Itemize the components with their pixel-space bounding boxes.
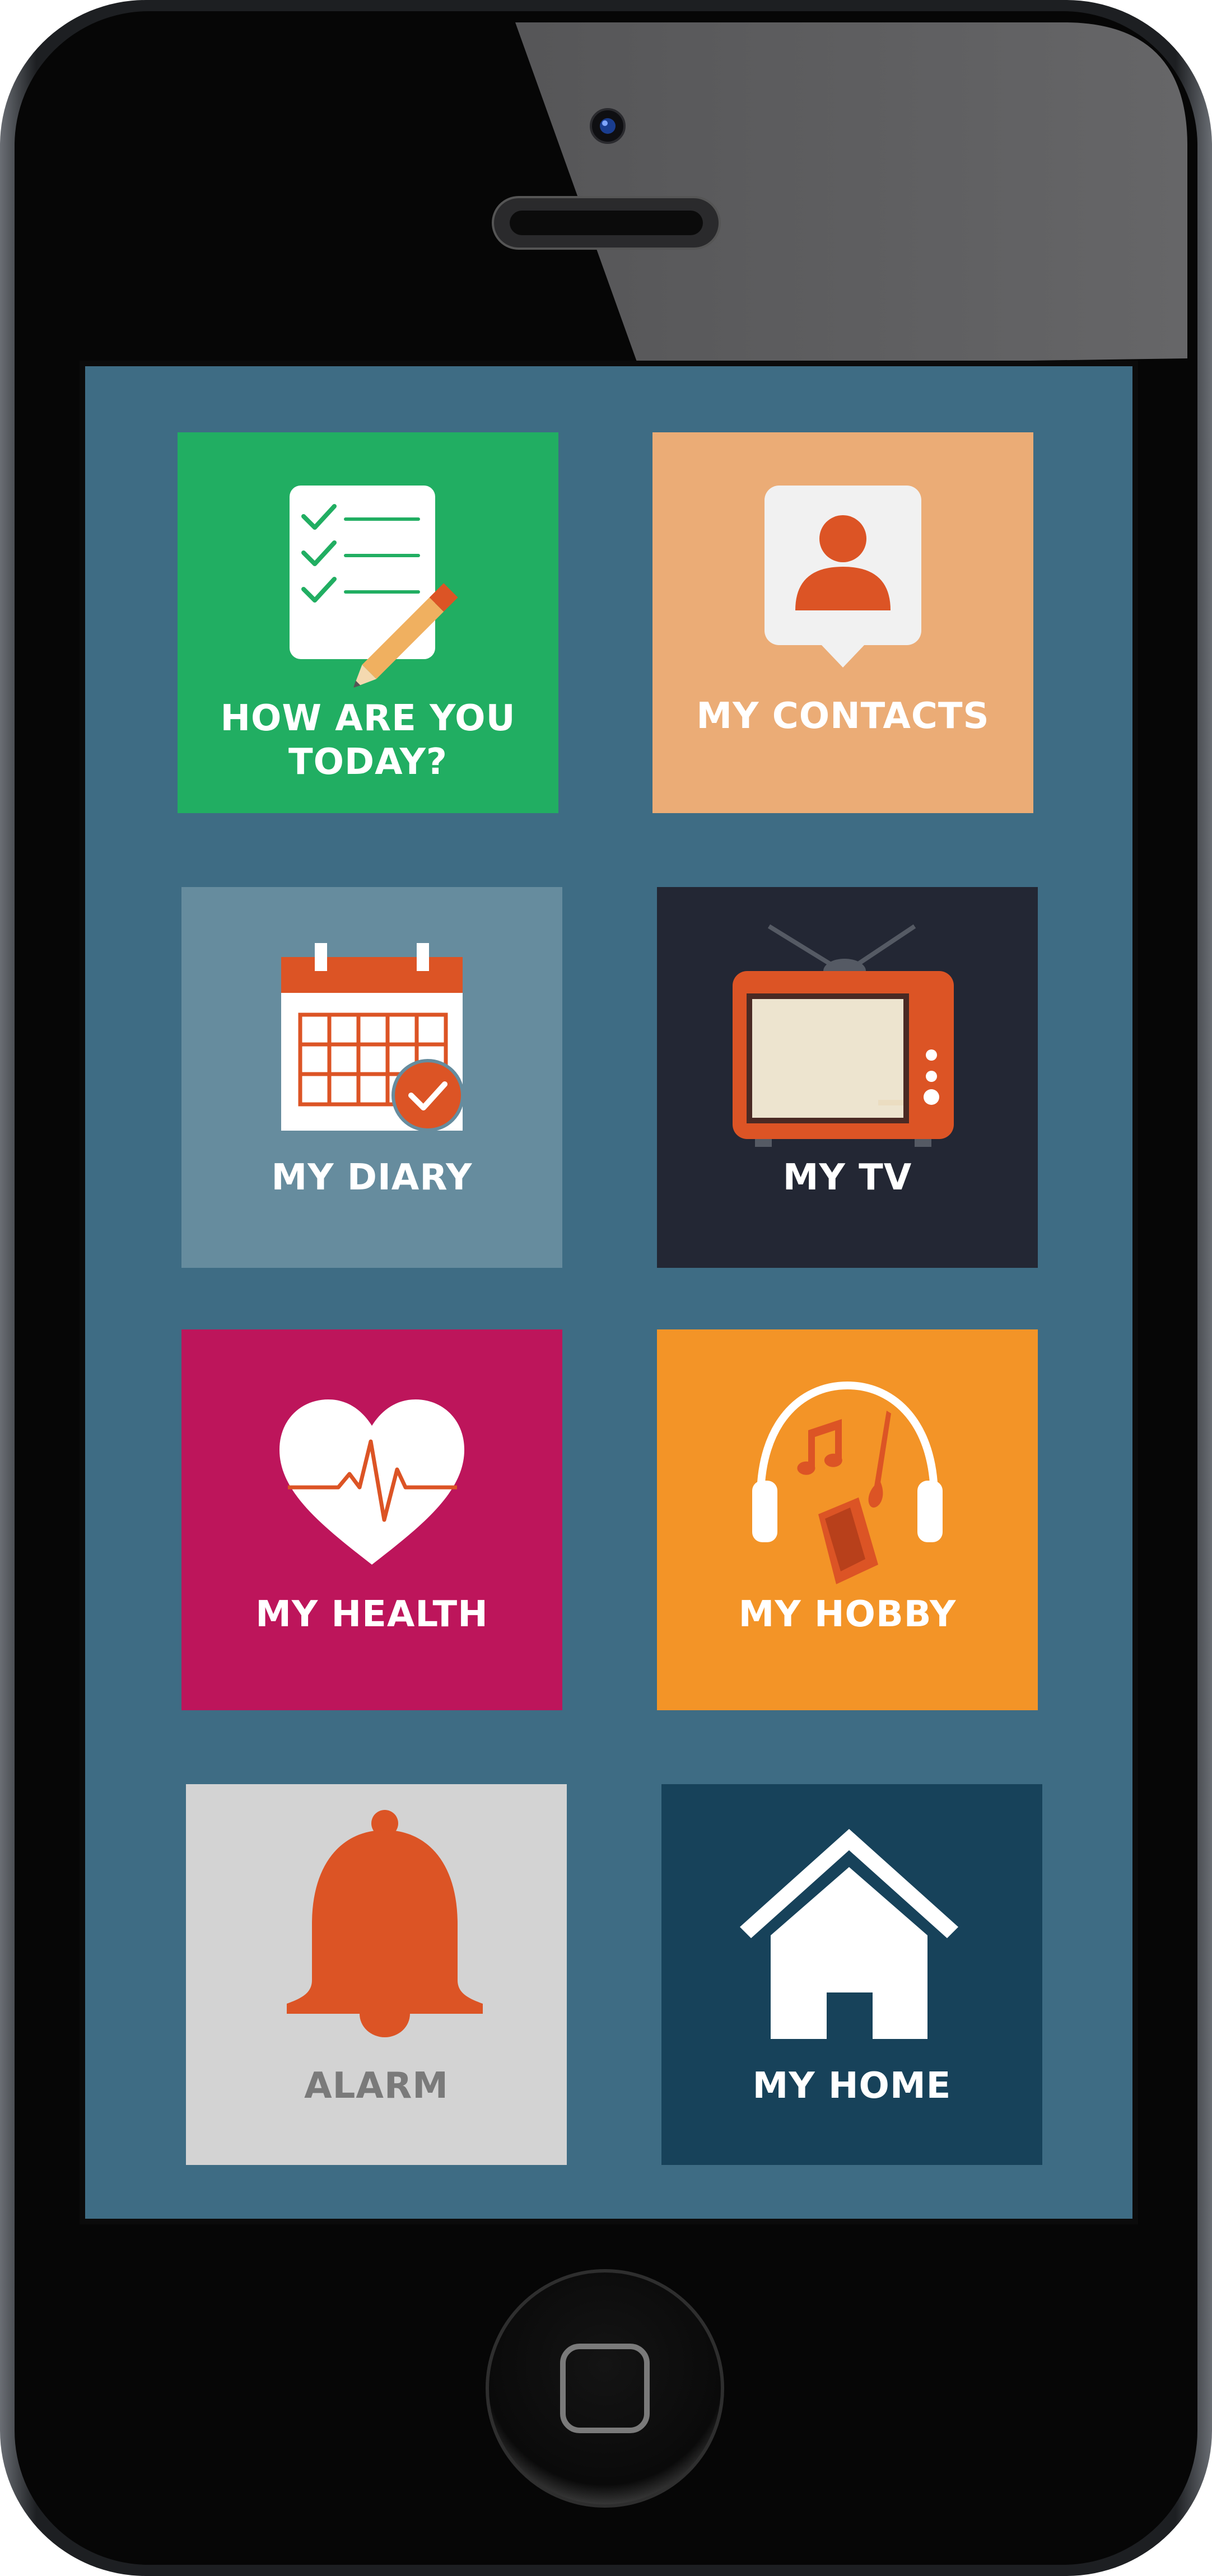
tile-label: MY HOME — [752, 2065, 952, 2107]
tile-my-diary[interactable]: MY DIARY — [181, 887, 562, 1268]
tile-my-hobby[interactable]: MY HOBBY — [657, 1329, 1038, 1710]
camera-lens — [600, 118, 616, 134]
tile-how-are-you-today[interactable]: HOW ARE YOU TODAY? — [178, 432, 558, 813]
tv-icon — [733, 924, 954, 1147]
tile-label-line2: TODAY? — [288, 741, 448, 783]
tile-label: MY CONTACTS — [696, 696, 990, 737]
tile-my-home[interactable]: MY HOME — [661, 1784, 1042, 2165]
headphones-icon — [752, 1381, 943, 1584]
tile-label: ALARM — [304, 2065, 449, 2107]
calendar-icon — [281, 943, 464, 1132]
home-button — [486, 2269, 724, 2508]
tile-my-health[interactable]: MY HEALTH — [181, 1329, 562, 1710]
heart-icon — [279, 1399, 464, 1565]
contact-icon — [765, 486, 921, 668]
tile-label: MY HEALTH — [255, 1594, 488, 1635]
app-screen: HOW ARE YOU TODAY? MY CONTACTS MY DIARY … — [85, 366, 1132, 2219]
tile-label-line1: HOW ARE YOU — [220, 698, 516, 739]
tile-label: MY TV — [782, 1157, 912, 1198]
checklist-icon — [290, 486, 458, 688]
bell-icon — [287, 1810, 483, 2037]
tile-label: MY HOBBY — [738, 1594, 957, 1635]
tile-label: MY DIARY — [271, 1157, 473, 1198]
tile-my-contacts[interactable]: MY CONTACTS — [652, 432, 1033, 813]
tile-alarm[interactable]: ALARM — [186, 1784, 567, 2165]
tile-my-tv[interactable]: MY TV — [657, 887, 1038, 1268]
house-icon — [740, 1829, 958, 2039]
